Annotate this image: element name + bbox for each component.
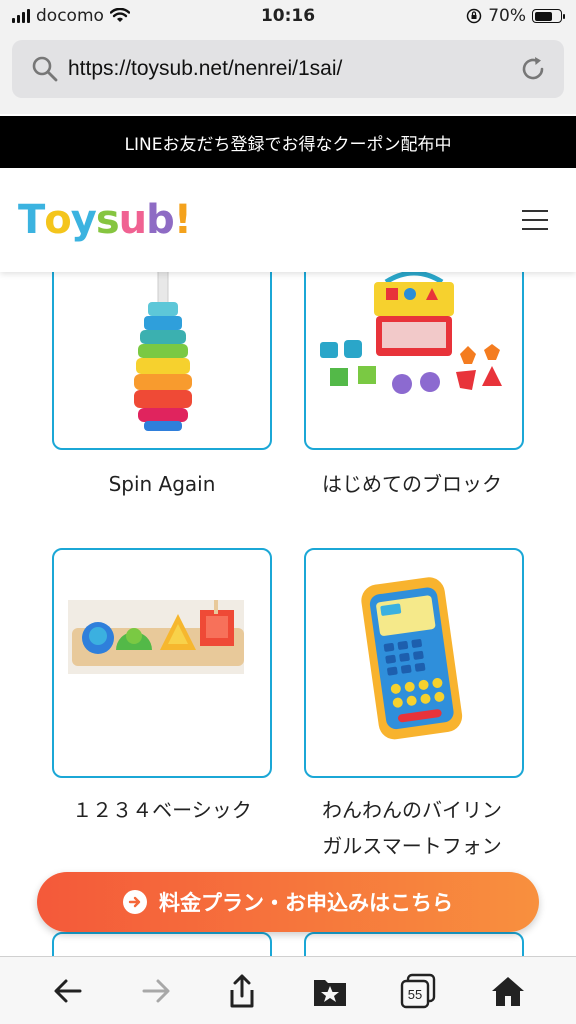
status-right: 70% — [466, 6, 565, 26]
bookmarks-icon[interactable] — [310, 971, 350, 1011]
product-card-first-blocks[interactable] — [304, 272, 524, 450]
logo-letter: s — [95, 197, 120, 243]
browser-address-area: https://toysub.net/nenrei/1sai/ — [0, 34, 576, 114]
battery-icon — [532, 9, 565, 23]
tabs-icon[interactable]: 55 — [398, 971, 438, 1011]
logo-letter: ! — [173, 197, 192, 243]
product-card-1234-basic[interactable] — [52, 548, 272, 778]
plan-signup-button[interactable]: 料金プラン・お申込みはこちら — [37, 872, 539, 932]
url-text[interactable]: https://toysub.net/nenrei/1sai/ — [68, 57, 518, 81]
forward-arrow-icon[interactable] — [136, 971, 176, 1011]
hamburger-menu-icon[interactable] — [522, 210, 548, 230]
status-bar: docomo 10:16 70% — [0, 0, 576, 34]
banner-text: LINEお友だち登録でお得なクーポン配布中 — [124, 134, 452, 155]
toysub-logo[interactable]: Toysub! — [18, 196, 192, 244]
product-card-next-left[interactable] — [52, 932, 272, 956]
product-name-first-blocks[interactable]: はじめてのブロック — [282, 466, 542, 502]
product-card-spin-again[interactable] — [52, 272, 272, 450]
product-name-bilingual-smartphone[interactable]: わんわんのバイリン ガルスマートフォン — [282, 792, 542, 864]
cta-label: 料金プラン・お申込みはこちら — [159, 891, 453, 915]
reload-icon[interactable] — [518, 54, 548, 84]
wooden-puzzle-image — [68, 600, 244, 674]
site-header: Toysub! — [0, 168, 576, 272]
line-coupon-banner[interactable]: LINEお友だち登録でお得なクーポン配布中 — [0, 116, 576, 168]
search-icon — [32, 56, 58, 82]
product-name-line2: ガルスマートフォン — [322, 834, 502, 858]
address-bar[interactable]: https://toysub.net/nenrei/1sai/ — [12, 40, 564, 98]
arrow-right-circle-icon — [123, 890, 147, 914]
share-icon[interactable] — [222, 971, 262, 1011]
toy-smartphone-image — [361, 577, 463, 740]
logo-letter: T — [18, 197, 45, 243]
product-name-1234-basic[interactable]: １２３４ベーシック — [32, 792, 292, 828]
logo-letter: o — [44, 197, 72, 243]
logo-letter: y — [70, 197, 97, 243]
browser-toolbar: 55 — [0, 956, 576, 1024]
product-name-line1: わんわんのバイリン — [322, 798, 502, 822]
rotation-lock-icon — [466, 8, 482, 24]
home-icon[interactable] — [488, 971, 528, 1011]
logo-letter: b — [146, 197, 175, 243]
shape-sorter-image — [320, 272, 502, 394]
product-card-next-right[interactable] — [304, 932, 524, 956]
spin-again-image — [134, 272, 192, 431]
product-grid: Spin Again はじめてのブロック １２３４ベーシック わんわんのバイリン… — [0, 272, 576, 956]
product-name-spin-again[interactable]: Spin Again — [32, 466, 292, 502]
tab-count: 55 — [408, 987, 422, 1002]
product-card-bilingual-smartphone[interactable] — [304, 548, 524, 778]
battery-percent: 70% — [488, 6, 526, 26]
logo-letter: u — [118, 197, 148, 243]
back-arrow-icon[interactable] — [48, 971, 88, 1011]
